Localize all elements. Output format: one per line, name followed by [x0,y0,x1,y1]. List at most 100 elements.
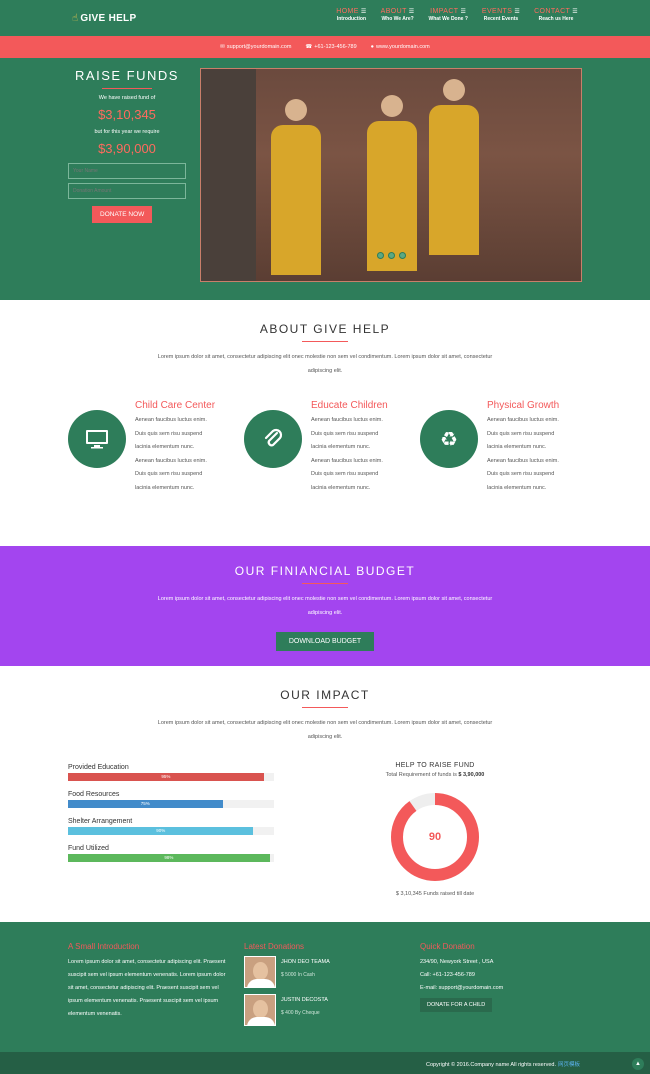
donation-item[interactable]: JUSTIN DECOSTA $ 400 By Cheque [244,994,394,1026]
progress-fill: 75% [68,800,223,808]
feature-line: lacinia elementum nunc. [487,484,547,491]
footer-donations: Latest Donations JHON DEO TEAMA $ 5000 I… [244,942,394,1032]
feature-line: Aenean faucibus luctus enim. [487,457,559,464]
budget-section: OUR FINIANCIAL BUDGET Lorem ipsum dolor … [0,546,650,666]
donor-amount: $ 5000 In Cash [281,972,315,978]
budget-title: OUR FINIANCIAL BUDGET [234,564,416,578]
feature-line: Duis quis sem risu suspend [135,430,203,437]
progress-track: 75% [68,800,274,808]
menu-icon: ☰ [572,9,578,15]
progress-label: Food Resources [68,791,120,798]
feature-educate-children: Educate Children Aenean faucibus luctus … [244,400,394,496]
slider-dot[interactable] [377,252,384,259]
require-amount: $3,90,000 [98,141,156,156]
copyright-text: Copyright © 2016.Company name All rights… [425,1062,580,1068]
raised-text: We have raised fund of [98,95,156,101]
topbar-phone[interactable]: ☎ +61-123-456-789 [305,44,356,50]
site-header: ☝ GIVE HELP HOME ☰ Introduction ABOUT ☰ Who… [0,0,650,36]
raised-amount: $3,10,345 [98,107,156,122]
menu-icon: ☰ [408,9,415,15]
donation-item[interactable]: JHON DEO TEAMA $ 5000 In Cash [244,956,394,988]
footer-quick-title: Quick Donation [420,942,475,951]
footer-call: Call: +61-123-456-789 [420,972,475,978]
progress-track: 98% [68,854,274,862]
feature-line: Duis quis sem risu suspend [311,471,379,478]
feature-line: Aenean faucibus luctus enim. [311,457,383,464]
feature-title: Child Care Center [135,400,216,411]
requirement-line: Total Requirement of funds is $ 3,90,000 [385,772,485,778]
menu-icon: ☰ [514,9,521,15]
nav-item-impact[interactable]: IMPACT ☰ What We Done ? [429,8,468,22]
footer-donations-title: Latest Donations [244,942,305,951]
feature-title: Physical Growth [487,400,560,411]
avatar [244,956,276,988]
donor-name-input[interactable] [68,163,186,179]
copyright-bar: Copyright © 2016.Company name All rights… [0,1052,650,1074]
donation-amount-input[interactable] [68,183,186,199]
impact-section: OUR IMPACT Lorem ipsum dolor sit amet, c… [0,666,650,922]
donor-name: JHON DEO TEAMA [281,959,330,965]
fund-donut-chart: 90 [388,790,482,884]
hero-section: RAISE FUNDS We have raised fund of $3,10… [0,58,650,300]
raise-funds-panel: RAISE FUNDS We have raised fund of $3,10… [68,68,186,223]
feature-child-care: Child Care Center Aenean faucibus luctus… [68,400,218,496]
topbar-website[interactable]: ● www.yourdomain.com [371,44,430,50]
scroll-top-icon[interactable]: ▲ [632,1058,644,1070]
nav-item-contact[interactable]: CONTACT ☰ Reach us Here [534,8,578,22]
footer-intro-title: A Small Introduction [68,942,140,951]
progress-bars: Provided Education 95% Food Resources 75… [68,764,274,872]
about-text: Lorem ipsum dolor sit amet, consectetur … [157,354,493,374]
progress-row: Provided Education 95% [68,764,274,781]
title-underline [302,341,348,342]
donut-value: 90 [428,831,442,843]
child-monk-figure [429,79,479,263]
feature-line: Aenean faucibus luctus enim. [135,417,207,423]
title-underline [302,707,348,708]
progress-fill: 98% [68,854,270,862]
feature-line: lacinia elementum nunc. [311,444,371,451]
donate-now-button[interactable]: DONATE NOW [92,206,153,223]
progress-fill: 95% [68,773,264,781]
donate-for-child-button[interactable]: DONATE FOR A CHILD [420,998,493,1012]
hand-icon: ☝ [72,13,79,24]
about-title: ABOUT GIVE HELP [259,322,391,336]
footer-intro-text: Lorem ipsum dolor sit amet, consectetur … [68,959,226,1017]
menu-icon: ☰ [460,9,467,15]
progress-label: Shelter Arrangement [68,818,133,825]
feature-line: lacinia elementum nunc. [311,484,371,491]
about-section: ABOUT GIVE HELP Lorem ipsum dolor sit am… [0,300,650,546]
hero-slider-image [200,68,582,282]
slider-dots [377,252,406,259]
site-footer: A Small Introduction Lorem ipsum dolor s… [0,922,650,1052]
wooden-door [201,69,256,281]
site-logo[interactable]: ☝ GIVE HELP [72,13,136,24]
progress-track: 90% [68,827,274,835]
donor-amount: $ 400 By Cheque [281,1010,320,1016]
paperclip-icon [244,410,302,468]
feature-physical-growth: ♻ Physical Growth Aenean faucibus luctus… [420,400,570,496]
progress-row: Shelter Arrangement 90% [68,818,274,835]
download-budget-button[interactable]: DOWNLOAD BUDGET [276,632,374,651]
feature-line: Duis quis sem risu suspend [311,430,379,437]
footer-quick-donation: Quick Donation 234/90, Newyork Street , … [420,942,580,1012]
title-underline [102,88,152,89]
impact-title: OUR IMPACT [280,688,370,702]
require-text: but for this year we require [94,129,160,135]
nav-item-events[interactable]: EVENTS ☰ Recent Events [482,8,520,22]
slider-dot[interactable] [388,252,395,259]
impact-text: Lorem ipsum dolor sit amet, consectetur … [157,720,493,740]
footer-email: E-mail: support@yourdomain.com [420,985,504,991]
template-link[interactable]: 网页模板 [558,1062,580,1068]
raise-funds-title: RAISE FUNDS [75,68,179,83]
topbar-email[interactable]: ✉ support@yourdomain.com [220,44,291,50]
feature-line: lacinia elementum nunc. [135,444,195,451]
raise-fund-panel: HELP TO RAISE FUND Total Requirement of … [370,762,500,897]
contact-bar: ✉ support@yourdomain.com ☎ +61-123-456-789… [0,36,650,58]
nav-item-about[interactable]: ABOUT ☰ Who We Are? [381,8,415,22]
progress-fill: 90% [68,827,254,835]
nav-item-home[interactable]: HOME ☰ Introduction [336,8,366,22]
slider-dot[interactable] [399,252,406,259]
feature-line: Duis quis sem risu suspend [487,471,555,478]
feature-line: Aenean faucibus luctus enim. [135,457,207,464]
raise-fund-title: HELP TO RAISE FUND [395,762,475,769]
